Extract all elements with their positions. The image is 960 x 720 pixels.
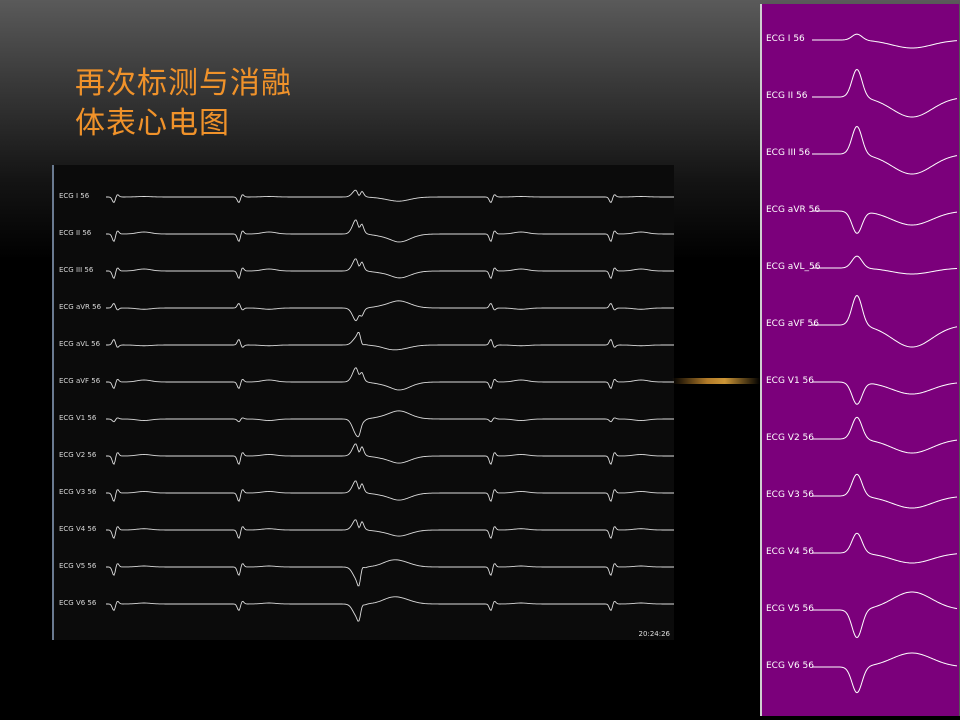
ecg-trace bbox=[106, 300, 674, 322]
zoomed-lead-label: ECG II 56 bbox=[766, 91, 808, 101]
ecg-trace bbox=[106, 367, 674, 391]
ecg-trace bbox=[106, 480, 674, 503]
zoomed-ecg-trace bbox=[812, 591, 958, 639]
ecg-trace bbox=[106, 219, 674, 243]
ecg-lead-label: ECG V2 56 bbox=[59, 451, 97, 459]
zoomed-lead-label: ECG V5 56 bbox=[766, 604, 815, 614]
zoomed-ecg-trace bbox=[812, 381, 958, 405]
ecg-trace bbox=[106, 189, 674, 204]
ecg-lead-label: ECG aVF 56 bbox=[59, 377, 101, 385]
ecg-lead-label: ECG aVR 56 bbox=[59, 303, 102, 311]
ecg-timestamp: 20:24:26 bbox=[638, 630, 670, 638]
ecg-trace bbox=[106, 332, 674, 351]
zoomed-ecg-panel: ECG I 56 ECG II 56 ECG III 56 ECG aVR 56 ECG… bbox=[760, 4, 960, 716]
zoomed-ecg-trace bbox=[812, 125, 958, 175]
ecg-trace bbox=[106, 519, 674, 540]
zoomed-ecg-trace bbox=[812, 416, 958, 454]
zoomed-lead-label: ECG V3 56 bbox=[766, 490, 815, 500]
ecg-lead-label: ECG V4 56 bbox=[59, 525, 97, 533]
zoomed-ecg-trace bbox=[812, 473, 958, 509]
zoomed-lead-label: ECG aVF 56 bbox=[766, 319, 819, 329]
ecg-traces bbox=[106, 189, 674, 622]
zoomed-ecg-trace bbox=[812, 294, 958, 348]
ecg-lead-label: ECG V1 56 bbox=[59, 414, 97, 422]
ecg-lead-label: ECG II 56 bbox=[59, 229, 92, 237]
ecg-trace bbox=[106, 559, 674, 587]
zoomed-ecg-trace bbox=[812, 255, 958, 275]
zoomed-lead-label: ECG aVR 56 bbox=[766, 205, 821, 215]
zoomed-lead-label: ECG V4 56 bbox=[766, 547, 815, 557]
ecg-lead-label: ECG III 56 bbox=[59, 266, 94, 274]
ecg-lead-label: ECG V3 56 bbox=[59, 488, 97, 496]
zoomed-lead-label: ECG V6 56 bbox=[766, 661, 815, 671]
title-line-2: 体表心电图 bbox=[75, 106, 230, 141]
zoomed-lead-label: ECG I 56 bbox=[766, 34, 805, 44]
slide-title: 再次标测与消融 体表心电图 bbox=[75, 64, 292, 144]
zoom-connector bbox=[672, 378, 760, 384]
zoomed-ecg-trace bbox=[812, 68, 958, 118]
zoomed-ecg-trace bbox=[812, 210, 958, 234]
zoomed-lead-label: ECG V2 56 bbox=[766, 433, 815, 443]
zoomed-ecg-trace bbox=[812, 532, 958, 564]
ecg-lead-label: ECG V5 56 bbox=[59, 562, 97, 570]
zoomed-lead-label: ECG III 56 bbox=[766, 148, 811, 158]
zoomed-lead-label: ECG aVL_56 bbox=[766, 262, 821, 272]
ecg-trace bbox=[106, 410, 674, 438]
ecg-lead-label: ECG aVL 56 bbox=[59, 340, 101, 348]
zoomed-ecg-trace bbox=[812, 33, 958, 49]
title-line-1: 再次标测与消融 bbox=[75, 66, 292, 101]
ecg-lead-label: ECG V6 56 bbox=[59, 599, 97, 607]
ecg-trace bbox=[106, 596, 674, 622]
ecg-lead-label: ECG I 56 bbox=[59, 192, 90, 200]
ecg-trace bbox=[106, 258, 674, 280]
ecg-12-lead-panel: ECG I 56 ECG II 56 ECG III 56 ECG aVR 56 ECG… bbox=[52, 165, 674, 640]
ecg-trace bbox=[106, 443, 674, 466]
zoomed-lead-label: ECG V1 56 bbox=[766, 376, 815, 386]
zoomed-ecg-trace bbox=[812, 652, 958, 694]
